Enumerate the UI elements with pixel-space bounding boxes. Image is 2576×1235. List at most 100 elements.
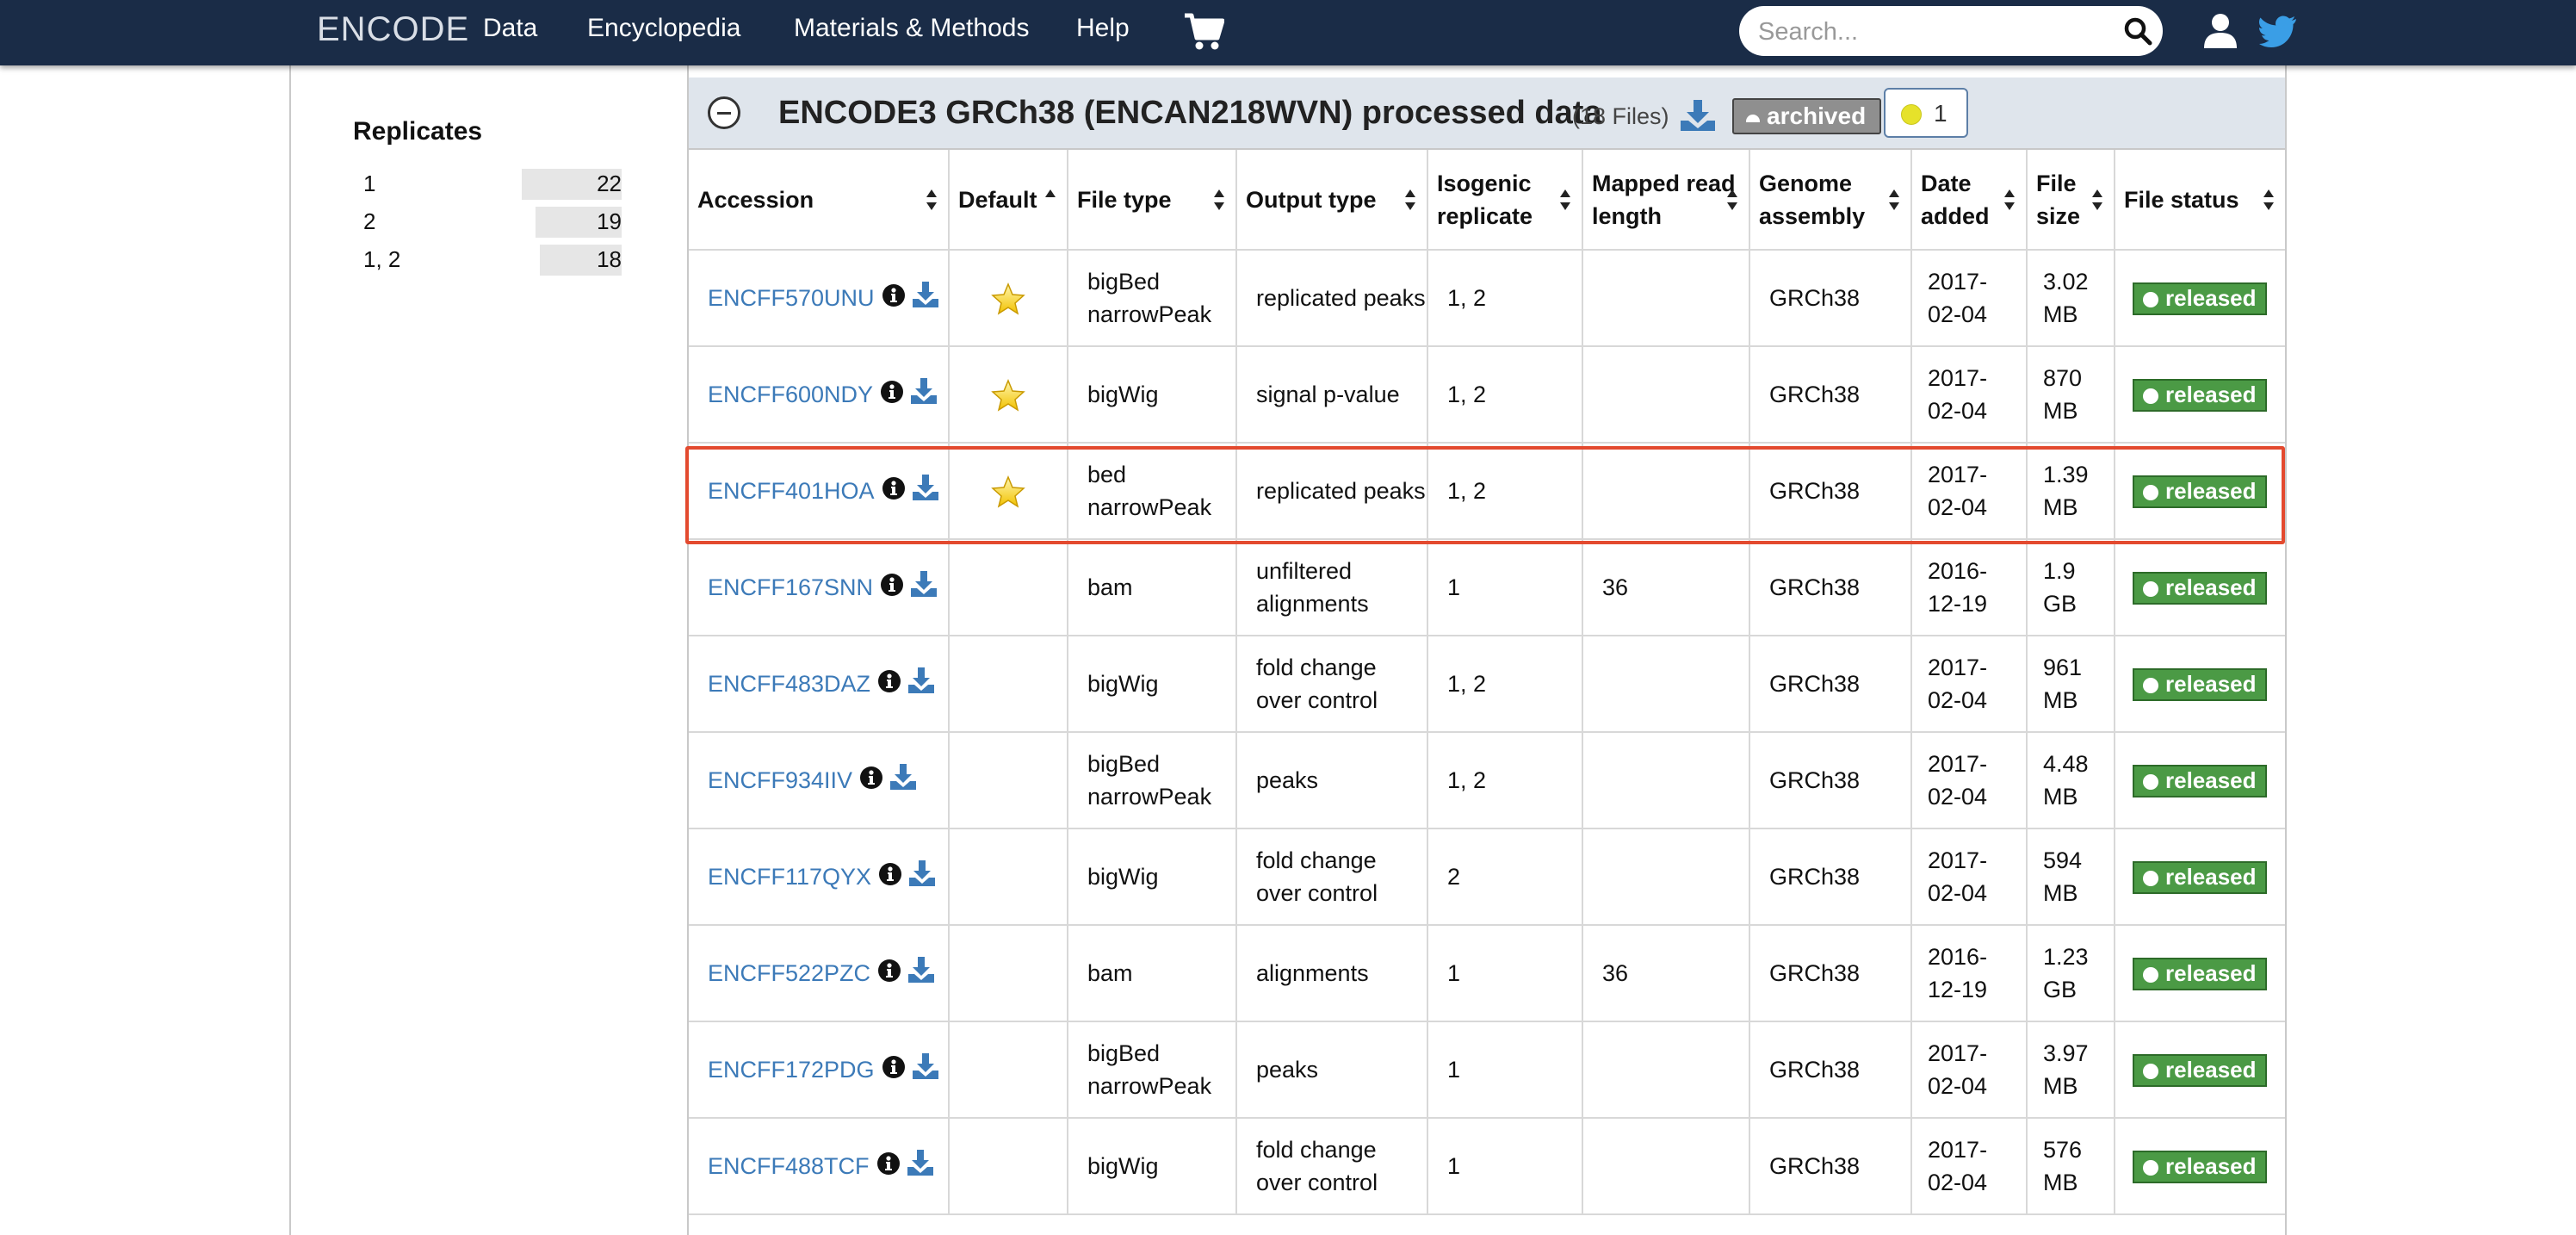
info-icon[interactable] [882, 283, 906, 307]
status-label: released [2165, 574, 2257, 600]
status-badge[interactable]: released [2133, 1053, 2267, 1087]
status-badge[interactable]: released [2133, 571, 2267, 605]
cell-accession: ENCFF172PDG [689, 1021, 950, 1119]
status-badge[interactable]: released [2133, 475, 2267, 508]
column-header-file-status[interactable]: File status [2115, 150, 2285, 251]
column-header-accession[interactable]: Accession [689, 150, 950, 251]
search-input[interactable] [1756, 14, 2104, 50]
facet-term-row[interactable]: 2 19 [363, 207, 622, 239]
cell-genome-assembly: GRCh38 [1749, 539, 1912, 636]
table-row[interactable]: ENCFF570UNU bigBed narrowPeak replicated p… [689, 250, 2285, 347]
cell-file-type: bigWig [1068, 829, 1237, 926]
encode-logo[interactable]: ENCODE [317, 10, 469, 49]
column-header-genome-assembly[interactable]: Genome assembly [1749, 150, 1912, 251]
download-icon[interactable] [1681, 100, 1715, 131]
status-dot-icon [2143, 773, 2158, 790]
download-icon[interactable] [908, 667, 935, 693]
audit-button[interactable]: 1 [1884, 88, 1968, 138]
twitter-icon[interactable] [2259, 15, 2297, 47]
download-icon[interactable] [912, 282, 938, 307]
table-row[interactable]: ENCFF600NDY bigWig signal p-value 1, 2 GRCh3… [689, 346, 2285, 444]
download-icon[interactable] [912, 1053, 938, 1079]
status-badge[interactable]: released [2133, 1150, 2267, 1183]
column-header-date-added[interactable]: Date added [1911, 150, 2028, 251]
table-row[interactable]: ENCFF401HOA bed narrowPeak replicated peak… [689, 443, 2285, 540]
accession-link[interactable]: ENCFF522PZC [708, 960, 870, 986]
download-icon[interactable] [890, 764, 917, 790]
sort-icon [2092, 189, 2102, 210]
accession-link[interactable]: ENCFF600NDY [708, 382, 873, 407]
cell-file-status: released [2115, 539, 2285, 636]
info-icon[interactable] [878, 862, 902, 886]
table-row[interactable]: ENCFF483DAZ bigWig fold change over contro… [689, 636, 2285, 733]
info-icon[interactable] [882, 476, 906, 500]
download-icon[interactable] [912, 475, 938, 500]
accession-link[interactable]: ENCFF483DAZ [708, 671, 870, 697]
table-row[interactable]: ENCFF167SNN bam unfiltered alignments 1 36 GR… [689, 539, 2285, 636]
column-header-file-type[interactable]: File type [1068, 150, 1237, 251]
cell-date-added: 2016- 12-19 [1911, 539, 2028, 636]
accession-link[interactable]: ENCFF172PDG [708, 1057, 875, 1083]
search-icon[interactable] [2123, 16, 2152, 46]
table-row[interactable]: ENCFF117QYX bigWig fold change over contro… [689, 829, 2285, 926]
status-dot-icon [2143, 580, 2158, 597]
facet-title-replicates: Replicates [353, 117, 483, 146]
info-icon[interactable] [877, 669, 901, 693]
column-header-file-size[interactable]: File size [2027, 150, 2115, 251]
status-badge[interactable]: released [2133, 860, 2267, 894]
info-icon[interactable] [880, 573, 904, 597]
download-icon[interactable] [911, 378, 938, 404]
accession-link[interactable]: ENCFF401HOA [708, 478, 875, 504]
cell-genome-assembly: GRCh38 [1749, 250, 1912, 347]
download-icon[interactable] [911, 571, 938, 597]
status-badge[interactable]: released [2133, 378, 2267, 412]
status-dot-icon [2143, 1063, 2158, 1079]
nav-materials-methods[interactable]: Materials & Methods [794, 14, 1029, 43]
table-row[interactable]: ENCFF934IIV bigBed narrowPeak peaks 1, 2 GRC… [689, 732, 2285, 829]
info-icon[interactable] [877, 959, 901, 983]
status-badge[interactable]: released [2133, 667, 2267, 701]
nav-help[interactable]: Help [1076, 14, 1130, 43]
column-header-isogenic-replicate[interactable]: Isogenic replicate [1427, 150, 1583, 251]
cart-icon[interactable] [1183, 12, 1224, 52]
info-icon[interactable] [859, 766, 883, 790]
cell-default [949, 925, 1068, 1022]
cell-file-size: 1.23 GB [2027, 925, 2115, 1022]
table-row[interactable]: ENCFF522PZC bam alignments 1 36 GRCh38 2016- 12… [689, 925, 2285, 1022]
cell-file-size: 4.48 MB [2027, 732, 2115, 829]
cell-date-added: 2017- 02-04 [1911, 636, 2028, 733]
cell-isogenic-replicate: 2 [1427, 829, 1583, 926]
table-row[interactable]: ENCFF172PDG bigBed narrowPeak peaks 1 GRCh38… [689, 1021, 2285, 1119]
accession-link[interactable]: ENCFF117QYX [708, 864, 871, 890]
status-dot-icon [2143, 677, 2158, 693]
cell-isogenic-replicate: 1 [1427, 1118, 1583, 1215]
accession-link[interactable]: ENCFF934IIV [708, 767, 852, 793]
accession-link[interactable]: ENCFF570UNU [708, 285, 875, 311]
download-icon[interactable] [908, 957, 935, 983]
cell-default [949, 539, 1068, 636]
cell-file-status: released [2115, 636, 2285, 733]
info-icon[interactable] [876, 1151, 901, 1176]
status-badge[interactable]: released [2133, 764, 2267, 797]
accession-link[interactable]: ENCFF167SNN [708, 574, 873, 600]
archived-badge[interactable]: archived [1732, 98, 1882, 134]
facet-term-row[interactable]: 1 22 [363, 169, 622, 202]
nav-data[interactable]: Data [483, 14, 537, 43]
user-icon[interactable] [2202, 12, 2239, 50]
status-badge[interactable]: released [2133, 282, 2267, 315]
search-box [1739, 6, 2163, 56]
audit-count: 1 [1934, 100, 1947, 127]
status-badge[interactable]: released [2133, 957, 2267, 990]
facet-term-row[interactable]: 1, 2 18 [363, 245, 622, 277]
column-header-output-type[interactable]: Output type [1236, 150, 1428, 251]
info-icon[interactable] [882, 1055, 906, 1079]
column-header-default[interactable]: Default [949, 150, 1068, 251]
table-row[interactable]: ENCFF488TCF bigWig fold change over contro… [689, 1118, 2285, 1215]
download-icon[interactable] [907, 1150, 933, 1176]
accession-link[interactable]: ENCFF488TCF [708, 1153, 870, 1179]
download-icon[interactable] [909, 860, 936, 886]
info-icon[interactable] [880, 380, 904, 404]
nav-encyclopedia[interactable]: Encyclopedia [587, 14, 740, 43]
collapse-button[interactable] [708, 96, 740, 129]
column-header-mapped-read-length[interactable]: Mapped read length [1582, 150, 1750, 251]
